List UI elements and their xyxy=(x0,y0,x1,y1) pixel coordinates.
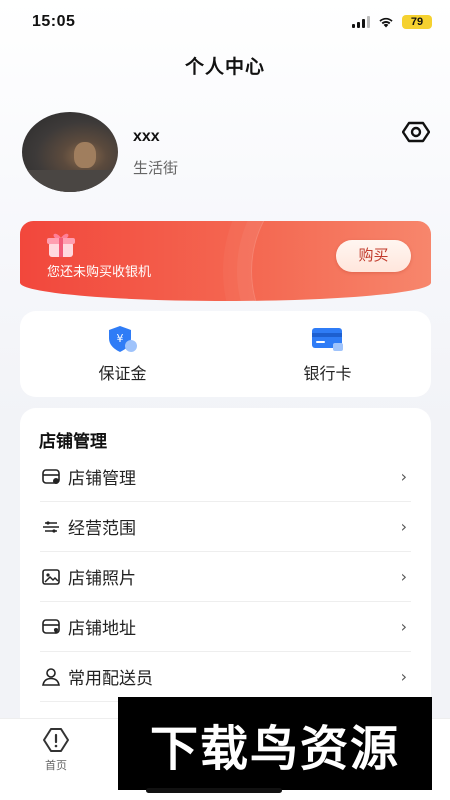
chevron-right-icon: › xyxy=(400,617,407,636)
finance-card: ¥ 保证金 银行卡 xyxy=(20,311,431,397)
photo-icon xyxy=(40,566,62,588)
banner-text: 您还未购买收银机 xyxy=(47,264,152,279)
profile-subtitle: 生活街 xyxy=(133,160,179,177)
menu-label: 经营范围 xyxy=(68,519,136,538)
menu-item-store-management[interactable]: 店铺管理 › xyxy=(40,452,411,502)
chevron-right-icon: › xyxy=(400,567,407,586)
courier-icon xyxy=(40,666,62,688)
battery-indicator: 79 xyxy=(402,15,432,29)
home-icon xyxy=(43,728,69,752)
eye-icon[interactable] xyxy=(402,120,430,144)
avatar-cat xyxy=(74,142,96,168)
status-bar: 15:05 79 xyxy=(0,0,450,44)
bank-card-item[interactable]: 银行卡 xyxy=(225,311,430,397)
profile-name: xxx xyxy=(133,128,160,145)
section-title: 店铺管理 xyxy=(39,432,107,451)
deposit-item[interactable]: ¥ 保证金 xyxy=(20,311,225,397)
status-icons: 79 xyxy=(352,15,432,29)
cellular-signal-icon xyxy=(352,16,370,28)
page-title: 个人中心 xyxy=(184,57,265,78)
menu-label: 店铺照片 xyxy=(68,569,136,588)
tab-home[interactable]: 首页 xyxy=(34,727,78,777)
home-indicator xyxy=(146,788,282,793)
buy-button[interactable]: 购买 xyxy=(336,240,411,272)
menu-label: 店铺地址 xyxy=(68,619,136,638)
business-scope-icon xyxy=(40,516,62,538)
store-location-icon xyxy=(40,616,62,638)
menu-item-store-address[interactable]: 店铺地址 › xyxy=(40,602,411,652)
chevron-right-icon: › xyxy=(400,467,407,486)
menu-label: 店铺管理 xyxy=(68,469,136,488)
tab-home-label: 首页 xyxy=(45,760,67,772)
chevron-right-icon: › xyxy=(400,517,407,536)
watermark: 下载鸟资源 xyxy=(118,697,432,790)
store-management-card: 店铺管理 店铺管理 › 经营范围 › 店铺照片 › 店铺地址 › 常用配送员 › xyxy=(20,408,431,738)
bank-card-label: 银行卡 xyxy=(303,366,352,383)
menu-item-courier[interactable]: 常用配送员 › xyxy=(40,652,411,702)
deposit-label: 保证金 xyxy=(98,366,147,383)
chevron-right-icon: › xyxy=(400,667,407,686)
svg-text:¥: ¥ xyxy=(116,332,123,345)
bank-card-icon xyxy=(311,328,343,351)
menu-label: 常用配送员 xyxy=(68,669,153,688)
avatar[interactable] xyxy=(22,112,118,192)
avatar-ground xyxy=(22,170,118,192)
wifi-icon xyxy=(379,17,393,28)
menu-item-business-scope[interactable]: 经营范围 › xyxy=(40,502,411,552)
status-time: 15:05 xyxy=(32,13,76,30)
menu-item-store-photos[interactable]: 店铺照片 › xyxy=(40,552,411,602)
store-icon xyxy=(40,466,62,488)
deposit-shield-icon: ¥ xyxy=(108,326,137,352)
gift-icon xyxy=(47,233,75,257)
